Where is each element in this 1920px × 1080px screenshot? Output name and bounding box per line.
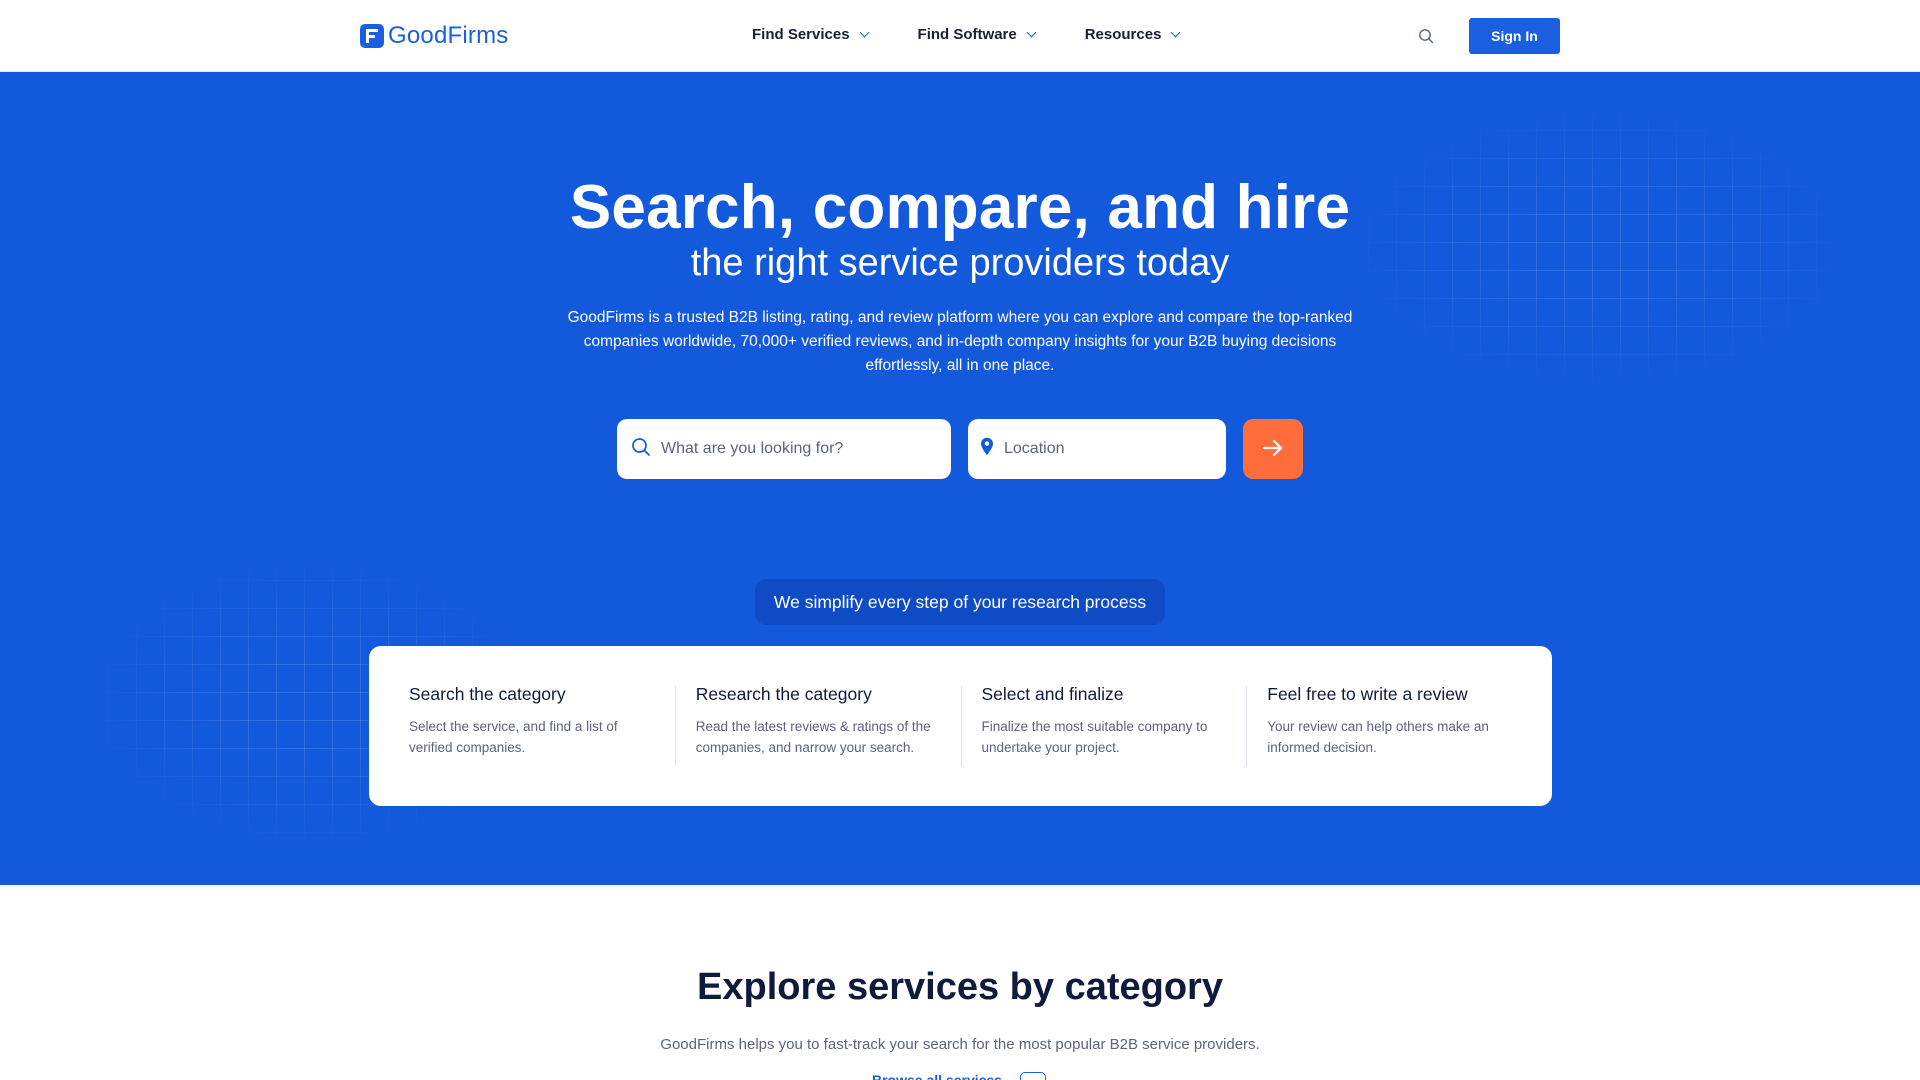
- steps-card: Search the category Select the service, …: [369, 646, 1552, 806]
- site-header: GoodFirms Find Services Find Software Re…: [0, 0, 1920, 72]
- step-item: Research the category Read the latest re…: [674, 684, 961, 766]
- hero-subtitle: the right service providers today: [690, 242, 1230, 284]
- goodfirms-logo-icon: [360, 24, 384, 48]
- step-description: Read the latest reviews & ratings of the…: [695, 719, 931, 755]
- nav-find-software[interactable]: Find Software: [917, 26, 1037, 43]
- step-description: Select the service, and find a list of v…: [409, 719, 618, 755]
- arrow-right-icon: [1262, 439, 1284, 460]
- arrow-chip-icon[interactable]: [1020, 1072, 1046, 1080]
- chevron-down-icon: [1170, 27, 1181, 38]
- step-item: Search the category Select the service, …: [389, 684, 675, 766]
- goodfirms-logo[interactable]: GoodFirms: [360, 22, 509, 50]
- explore-title: Explore services by category: [697, 966, 1223, 1008]
- search-icon: [631, 437, 651, 462]
- step-title: Research the category: [695, 684, 872, 704]
- hero-title: Search, compare, and hire: [569, 173, 1351, 242]
- step-title: Select and finalize: [981, 684, 1124, 704]
- step-item: Feel free to write a review Your review …: [1246, 684, 1532, 766]
- step-description: Your review can help others make an info…: [1267, 719, 1489, 755]
- logo-text: GoodFirms: [388, 22, 509, 49]
- explore-description: GoodFirms helps you to fast-track your s…: [660, 1036, 1260, 1053]
- service-search-input[interactable]: [661, 440, 917, 458]
- step-item: Select and finalize Finalize the most su…: [960, 684, 1247, 766]
- step-description: Finalize the most suitable company to un…: [981, 719, 1208, 755]
- chevron-down-icon: [1026, 27, 1037, 38]
- nav-find-services[interactable]: Find Services: [752, 26, 869, 43]
- nav-label: Find Software: [917, 26, 1017, 43]
- research-process-pill: We simplify every step of your research …: [755, 579, 1165, 625]
- hero-section: Search, compare, and hire the right serv…: [0, 72, 1920, 885]
- main-nav: Find Services Find Software Resources: [752, 26, 1229, 43]
- location-box: [968, 419, 1226, 479]
- location-input[interactable]: [1004, 440, 1201, 458]
- search-submit-button[interactable]: [1243, 419, 1303, 479]
- nav-resources[interactable]: Resources: [1084, 26, 1181, 43]
- browse-all-services-link[interactable]: Browse all services: [872, 1072, 1002, 1080]
- chevron-down-icon: [859, 27, 869, 38]
- service-search-box: [617, 419, 951, 479]
- nav-label: Resources: [1084, 26, 1162, 43]
- hero-description: GoodFirms is a trusted B2B listing, rati…: [567, 309, 1353, 374]
- location-pin-icon: [980, 437, 994, 461]
- step-title: Feel free to write a review: [1267, 684, 1468, 704]
- nav-label: Find Services: [752, 26, 850, 43]
- step-title: Search the category: [409, 684, 566, 704]
- sign-in-button[interactable]: Sign In: [1469, 18, 1560, 54]
- search-icon[interactable]: [1418, 28, 1434, 44]
